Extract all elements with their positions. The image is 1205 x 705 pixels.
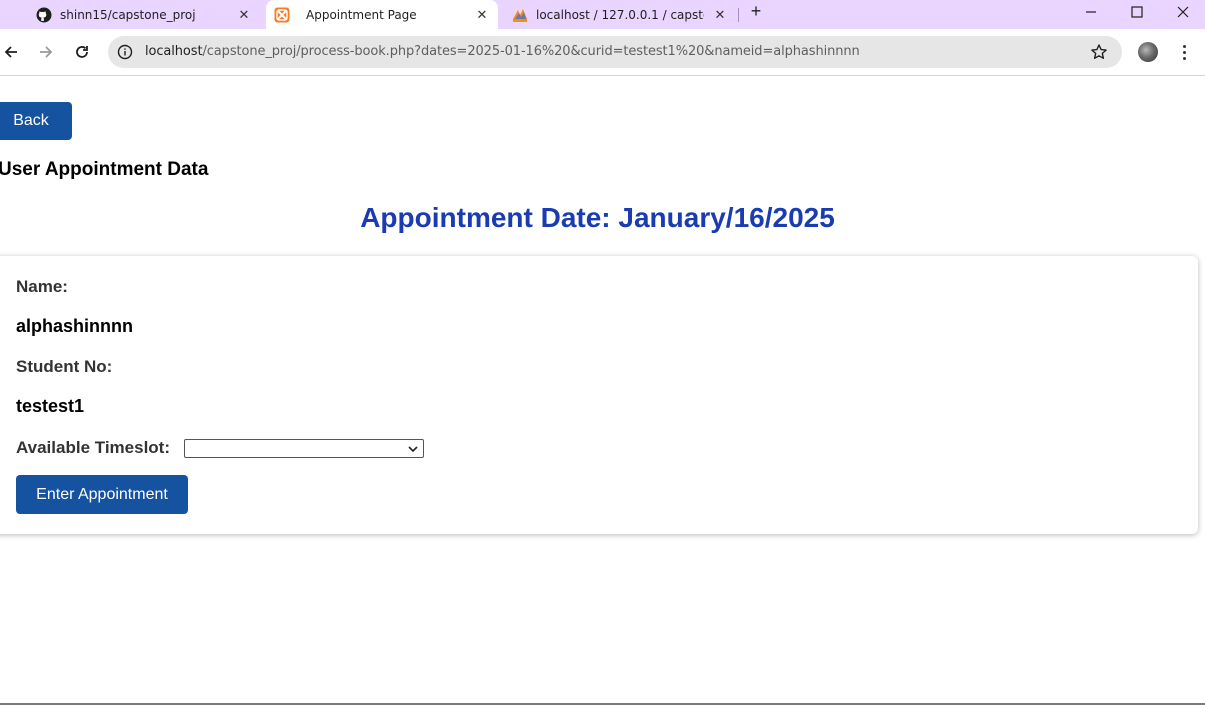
student-no-value: testest1 [16, 396, 85, 416]
xampp-icon [274, 7, 290, 23]
back-arrow-icon[interactable] [0, 41, 22, 63]
tab-phpmyadmin[interactable]: localhost / 127.0.0.1 / capstone_ ✕ [502, 0, 738, 29]
phpmyadmin-icon [512, 7, 528, 23]
back-button[interactable]: Back [0, 102, 72, 140]
url-host: localhost [145, 44, 203, 59]
tab-appointment-page[interactable]: Appointment Page ✕ [266, 0, 498, 29]
enter-appointment-button[interactable]: Enter Appointment [16, 475, 188, 514]
appointment-date-heading: Appointment Date: January/16/2025 [360, 202, 835, 233]
browser-menu-icon[interactable] [1178, 41, 1190, 63]
tab-title: Appointment Page [306, 7, 417, 22]
url-path: /capstone_proj/process-book.php?dates=20… [202, 44, 860, 59]
address-bar[interactable]: localhost/capstone_proj/process-book.php… [108, 36, 1122, 68]
timeslot-label: Available Timeslot: [16, 438, 170, 457]
browser-tab-strip: shinn15/capstone_proj ✕ Appointment Page… [0, 0, 1205, 29]
name-value: alphashinnnn [16, 316, 133, 336]
tab-github[interactable]: shinn15/capstone_proj ✕ [0, 0, 262, 29]
close-tab-icon[interactable]: ✕ [474, 7, 490, 23]
student-no-label: Student No: [16, 357, 113, 376]
tab-separator [738, 8, 739, 22]
browser-toolbar: localhost/capstone_proj/process-book.php… [0, 29, 1205, 76]
tab-title: shinn15/capstone_proj [60, 7, 196, 22]
close-tab-icon[interactable]: ✕ [712, 7, 728, 23]
site-info-icon[interactable] [117, 44, 133, 60]
timeslot-select[interactable] [184, 439, 424, 458]
name-label: Name: [16, 277, 68, 296]
close-tab-icon[interactable]: ✕ [236, 7, 252, 23]
github-icon [36, 7, 52, 23]
minimize-icon[interactable] [1074, 0, 1108, 24]
forward-arrow-icon[interactable] [35, 41, 57, 63]
tab-title: localhost / 127.0.0.1 / capstone_ [536, 7, 704, 22]
url-text: localhost/capstone_proj/process-book.php… [145, 44, 860, 59]
section-title: User Appointment Data [0, 159, 209, 180]
new-tab-button[interactable]: + [746, 2, 766, 22]
close-window-icon[interactable] [1166, 0, 1200, 24]
profile-avatar[interactable] [1138, 42, 1158, 62]
chevron-down-icon [407, 442, 419, 454]
reload-icon[interactable] [71, 41, 93, 63]
maximize-icon[interactable] [1120, 0, 1154, 24]
bookmark-star-icon[interactable] [1090, 43, 1108, 61]
